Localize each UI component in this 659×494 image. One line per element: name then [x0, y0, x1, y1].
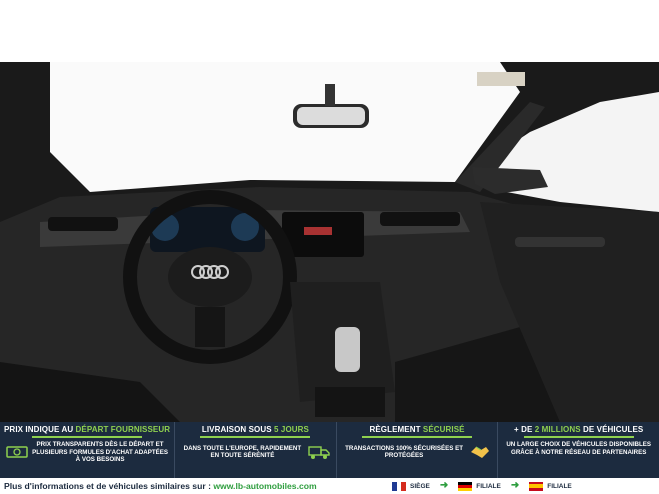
cash-icon	[4, 441, 30, 463]
france-flag-icon	[392, 481, 407, 491]
arrow-right-icon: ➜	[510, 480, 520, 491]
location-label: SIÈGE	[410, 482, 430, 490]
feature-divider	[200, 436, 311, 438]
locations: SIÈGE ➜ FILIALE ➜ FILIALE	[392, 480, 582, 492]
feature-text: PRIX TRANSPARENTS DÈS LE DÉPART ET PLUSI…	[32, 441, 168, 463]
feature-payment: RÈGLEMENT SÉCURISÉ TRANSACTIONS 100% SÉC…	[337, 422, 499, 478]
location-label: FILIALE	[547, 482, 572, 490]
handshake-icon	[467, 441, 493, 463]
top-margin	[0, 0, 659, 62]
feature-divider	[523, 436, 634, 438]
location-label: FILIALE	[476, 482, 501, 490]
feature-title: PRIX INDIQUE AU DÉPART FOURNISSEUR	[4, 425, 171, 434]
footer-info: Plus d'informations et de véhicules simi…	[4, 481, 317, 491]
feature-text: TRANSACTIONS 100% SÉCURISÉES ET PROTÉGÉE…	[345, 444, 464, 460]
website-link[interactable]: www.lb-automobiles.com	[213, 481, 316, 491]
arrow-right-icon: ➜	[439, 480, 449, 491]
feature-text: DANS TOUTE L'EUROPE, RAPIDEMENT EN TOUTE…	[183, 444, 302, 460]
feature-title: RÈGLEMENT SÉCURISÉ	[369, 425, 465, 434]
feature-title: + DE 2 MILLIONS DE VÉHICULES	[514, 425, 644, 434]
feature-delivery: LIVRAISON SOUS 5 JOURS DANS TOUTE L'EURO…	[175, 422, 337, 478]
feature-price: PRIX INDIQUE AU DÉPART FOURNISSEUR PRIX …	[0, 422, 176, 478]
spain-flag-icon	[529, 481, 544, 491]
feature-divider	[32, 436, 143, 438]
feature-divider	[362, 436, 473, 438]
truck-icon	[306, 441, 332, 463]
feature-text: UN LARGE CHOIX DE VÉHICULES DISPONIBLES …	[506, 441, 652, 456]
germany-flag-icon	[458, 481, 473, 491]
features-banner: PRIX INDIQUE AU DÉPART FOURNISSEUR PRIX …	[0, 422, 659, 478]
feature-vehicles: + DE 2 MILLIONS DE VÉHICULES UN LARGE CH…	[498, 422, 659, 478]
feature-title: LIVRAISON SOUS 5 JOURS	[201, 425, 309, 434]
car-interior-photo	[0, 62, 659, 422]
